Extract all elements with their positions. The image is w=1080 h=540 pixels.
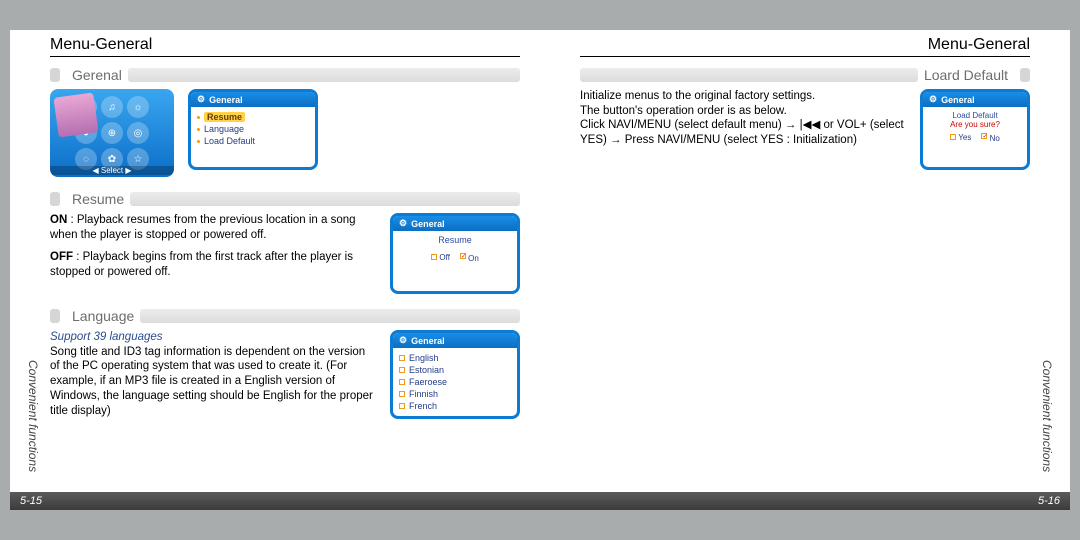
device-item: Load Default xyxy=(197,135,309,147)
bullet-icon xyxy=(50,192,60,206)
gear-icon: ⚙ xyxy=(197,94,205,105)
device-item: Language xyxy=(197,123,309,135)
page-number: 5-16 xyxy=(1038,495,1060,507)
language-row: Support 39 languages Song title and ID3 … xyxy=(50,330,520,419)
page-spread: Menu-General Gerenal ♪ ♫ ☼ ● ⊕ ◎ ◌ xyxy=(10,30,1070,510)
device-icon-grid: ♪ ♫ ☼ ● ⊕ ◎ ◌ ✿ ☆ ◀ Select ▶ xyxy=(50,89,174,177)
opt-yes: Yes xyxy=(958,133,971,142)
section-strip xyxy=(580,68,918,82)
language-text: Support 39 languages Song title and ID3 … xyxy=(50,330,376,419)
device-general-list: ⚙ General Resume Language Load Default xyxy=(188,89,318,170)
device-titlebar: ⚙ General xyxy=(923,92,1027,107)
device-title-text: General xyxy=(941,95,975,105)
device-title-text: General xyxy=(411,336,445,346)
tile-icon: ◎ xyxy=(127,122,149,144)
device-load-default: ⚙ General Load Default Are you sure? Yes… xyxy=(920,89,1030,170)
language-sub: Support 39 languages xyxy=(50,330,376,345)
section-bar-resume: Resume xyxy=(50,191,520,207)
device-warning: Are you sure? xyxy=(929,120,1021,129)
device-titlebar: ⚙ General xyxy=(393,333,517,348)
load-p1: Initialize menus to the original factory… xyxy=(580,89,906,104)
device-body: Load Default Are you sure? Yes No xyxy=(923,107,1027,167)
opt-off: Off xyxy=(439,253,450,262)
footer-left: 5-15 xyxy=(10,492,540,510)
general-row: ♪ ♫ ☼ ● ⊕ ◎ ◌ ✿ ☆ ◀ Select ▶ ⚙ xyxy=(50,89,520,177)
device-resume: ⚙ General Resume Off On xyxy=(390,213,520,294)
page-left: Menu-General Gerenal ♪ ♫ ☼ ● ⊕ ◎ ◌ xyxy=(10,30,540,510)
device-item: English xyxy=(399,352,511,364)
off-label: OFF xyxy=(50,251,73,263)
device-body: English Estonian Faeroese Finnish French xyxy=(393,348,517,416)
section-strip xyxy=(130,192,520,206)
section-strip xyxy=(140,309,520,323)
package-icon xyxy=(53,92,98,137)
page-number: 5-15 xyxy=(20,495,42,507)
section-bar-language: Language xyxy=(50,308,520,324)
section-heading-general: Gerenal xyxy=(66,67,128,83)
load-row: Initialize menus to the original factory… xyxy=(580,89,1030,170)
resume-row: ON : Playback resumes from the previous … xyxy=(50,213,520,294)
page-title-right: Menu-General xyxy=(580,36,1030,57)
section-heading-load: Loard Default xyxy=(918,67,1014,83)
page-right: Menu-General Loard Default Initialize me… xyxy=(540,30,1070,510)
bullet-icon xyxy=(1020,68,1030,82)
device-title-text: General xyxy=(411,219,445,229)
footer-right: 5-16 xyxy=(540,492,1070,510)
checkbox-yes-icon xyxy=(950,134,956,140)
side-label-left: Convenient functions xyxy=(26,360,40,472)
device-item: Resume xyxy=(197,111,309,123)
device-item: Finnish xyxy=(399,388,511,400)
checkbox-on-icon xyxy=(460,253,466,259)
tile-icon: ☼ xyxy=(127,96,149,118)
device-options: Off On xyxy=(399,253,511,263)
opt-on: On xyxy=(468,254,479,263)
device-item: Faeroese xyxy=(399,376,511,388)
device-item: French xyxy=(399,400,511,412)
section-bar-load: Loard Default xyxy=(580,67,1030,83)
device-titlebar: ⚙ General xyxy=(393,216,517,231)
bullet-icon xyxy=(50,68,60,82)
off-text: : Playback begins from the first track a… xyxy=(50,251,353,278)
device-options: Yes No xyxy=(929,133,1021,143)
page-title-left: Menu-General xyxy=(50,36,520,57)
load-p2: The button's operation order is as below… xyxy=(580,104,906,119)
tile-icon: ♫ xyxy=(101,96,123,118)
load-text: Initialize menus to the original factory… xyxy=(580,89,906,170)
tile-icon: ⊕ xyxy=(101,122,123,144)
section-bar-general: Gerenal xyxy=(50,67,520,83)
opt-no: No xyxy=(990,134,1000,143)
device-titlebar: ⚙ General xyxy=(191,92,315,107)
device-language: ⚙ General English Estonian Faeroese Finn… xyxy=(390,330,520,419)
device-title-text: General xyxy=(209,95,243,105)
device-sub: Resume xyxy=(399,235,511,245)
device-sub: Load Default xyxy=(929,111,1021,120)
on-text: : Playback resumes from the previous loc… xyxy=(50,214,356,241)
section-strip xyxy=(128,68,520,82)
checkbox-off-icon xyxy=(431,254,437,260)
checkbox-no-icon xyxy=(981,133,987,139)
section-heading-language: Language xyxy=(66,308,140,324)
side-label-right: Convenient functions xyxy=(1040,360,1054,472)
bullet-icon xyxy=(50,309,60,323)
device-item: Estonian xyxy=(399,364,511,376)
device-body: Resume Off On xyxy=(393,231,517,291)
section-heading-resume: Resume xyxy=(66,191,130,207)
on-label: ON xyxy=(50,214,67,226)
load-p3: Click NAVI/MENU (select default menu) → … xyxy=(580,118,906,147)
language-body: Song title and ID3 tag information is de… xyxy=(50,345,376,419)
device-body: Resume Language Load Default xyxy=(191,107,315,167)
gear-icon: ⚙ xyxy=(399,218,407,229)
resume-text: ON : Playback resumes from the previous … xyxy=(50,213,376,294)
select-footer: ◀ Select ▶ xyxy=(50,166,174,175)
gear-icon: ⚙ xyxy=(929,94,937,105)
gear-icon: ⚙ xyxy=(399,335,407,346)
